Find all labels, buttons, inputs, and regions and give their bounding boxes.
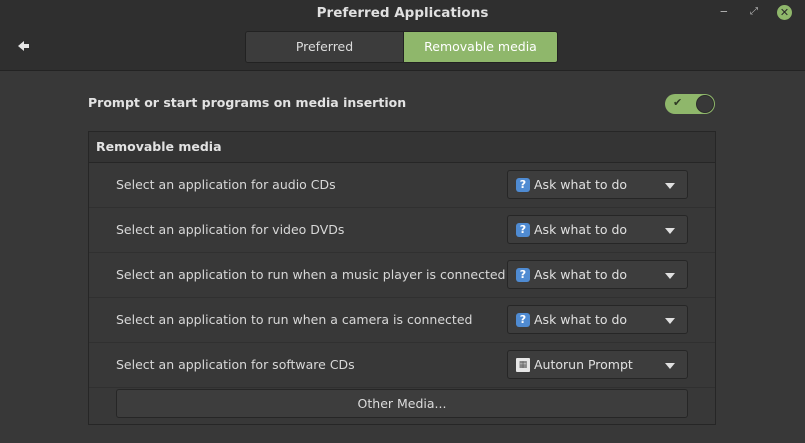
maximize-icon[interactable]: ⤢ xyxy=(750,6,758,17)
chevron-down-icon xyxy=(665,228,675,234)
row-music-player: Select an application to run when a musi… xyxy=(89,253,715,298)
chevron-down-icon xyxy=(665,318,675,324)
audio-cd-app-dropdown[interactable]: ? Ask what to do xyxy=(507,170,688,199)
question-icon: ? xyxy=(516,268,530,282)
question-icon: ? xyxy=(516,313,530,327)
row-label: Select an application for video DVDs xyxy=(116,222,345,237)
chevron-down-icon xyxy=(665,273,675,279)
chevron-down-icon xyxy=(665,183,675,189)
row-label: Select an application for software CDs xyxy=(116,357,355,372)
row-camera: Select an application to run when a came… xyxy=(89,298,715,343)
window-title: Preferred Applications xyxy=(316,5,489,21)
music-player-app-dropdown[interactable]: ? Ask what to do xyxy=(507,260,688,289)
check-icon: ✔ xyxy=(673,96,683,109)
back-button[interactable] xyxy=(16,38,32,54)
question-icon: ? xyxy=(516,178,530,192)
prompt-setting-label: Prompt or start programs on media insert… xyxy=(88,95,407,110)
removable-media-panel: Removable media Select an application fo… xyxy=(88,131,716,425)
row-label: Select an application for audio CDs xyxy=(116,177,336,192)
other-media-button[interactable]: Other Media... xyxy=(116,389,688,418)
prompt-toggle-switch[interactable]: ✔ xyxy=(665,94,715,114)
back-arrow-icon xyxy=(18,41,29,51)
camera-app-dropdown[interactable]: ? Ask what to do xyxy=(507,305,688,334)
question-icon: ? xyxy=(516,223,530,237)
autorun-icon: ▦ xyxy=(516,358,530,372)
dropdown-value: Ask what to do xyxy=(534,222,628,237)
close-icon[interactable]: ✕ xyxy=(777,5,792,20)
dropdown-value: Autorun Prompt xyxy=(534,357,633,372)
tab-removable-media[interactable]: Removable media xyxy=(403,32,557,62)
title-bar: Preferred Applications ‒ ⤢ ✕ Preferred a… xyxy=(0,0,805,71)
video-dvd-app-dropdown[interactable]: ? Ask what to do xyxy=(507,215,688,244)
row-label: Select an application to run when a came… xyxy=(116,312,473,327)
switch-knob xyxy=(696,95,714,113)
dropdown-value: Ask what to do xyxy=(534,177,628,192)
tab-switcher: Preferred applications Removable media xyxy=(245,31,558,63)
row-label: Select an application to run when a musi… xyxy=(116,267,506,282)
chevron-down-icon xyxy=(665,363,675,369)
minimize-icon[interactable]: ‒ xyxy=(720,4,728,18)
panel-header: Removable media xyxy=(89,132,715,163)
dropdown-value: Ask what to do xyxy=(534,267,628,282)
software-cd-app-dropdown[interactable]: ▦ Autorun Prompt xyxy=(507,350,688,379)
row-video-dvds: Select an application for video DVDs ? A… xyxy=(89,208,715,253)
dropdown-value: Ask what to do xyxy=(534,312,628,327)
row-software-cds: Select an application for software CDs ▦… xyxy=(89,343,715,388)
tab-preferred-applications[interactable]: Preferred applications xyxy=(246,32,403,62)
row-audio-cds: Select an application for audio CDs ? As… xyxy=(89,163,715,208)
